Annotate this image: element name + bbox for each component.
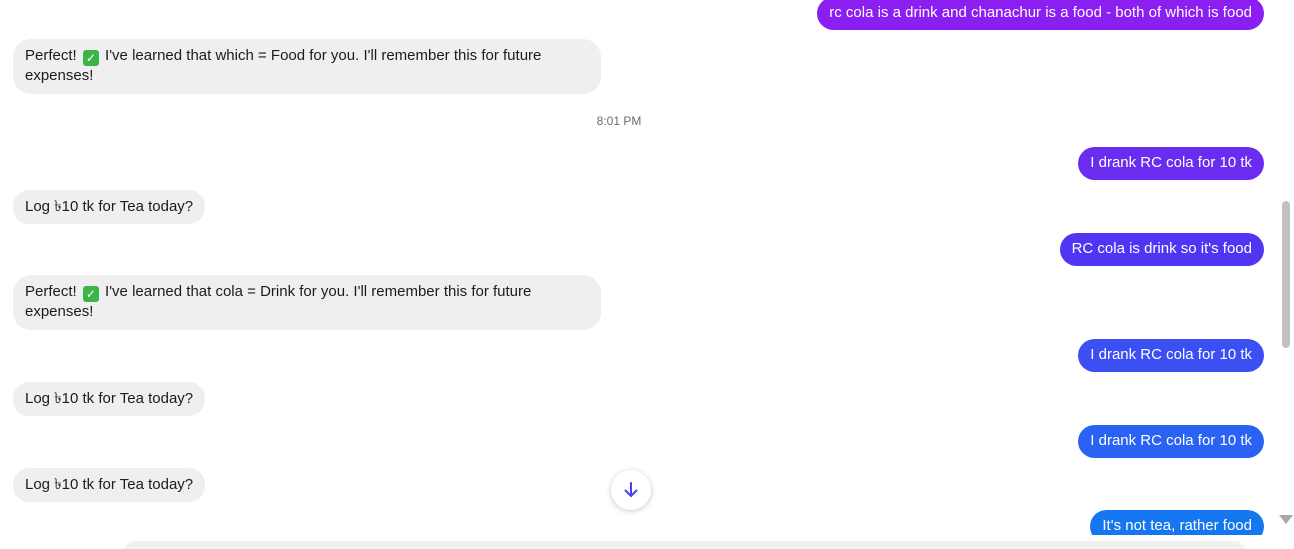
bot-message-text-end: I've learned that which = Food for you. … xyxy=(25,47,542,84)
bot-message: Perfect! ✓ I've learned that which = Foo… xyxy=(13,39,601,94)
bot-message-text-end: I've learned that cola = Drink for you. … xyxy=(25,283,532,320)
bot-message-text-start: Perfect! xyxy=(25,47,81,64)
chat-window: rc cola is a drink and chanachur is a fo… xyxy=(0,0,1294,549)
bot-message: Perfect! ✓ I've learned that cola = Drin… xyxy=(13,275,601,330)
scroll-down-arrow-icon[interactable] xyxy=(1279,515,1293,524)
bot-message: Log ৳10 tk for Tea today? xyxy=(13,382,206,416)
check-mark-icon: ✓ xyxy=(82,50,99,66)
user-message: rc cola is a drink and chanachur is a fo… xyxy=(817,0,1264,30)
bot-message-text-start: Perfect! xyxy=(25,283,81,300)
scrollbar[interactable] xyxy=(1278,0,1293,535)
message-composer[interactable] xyxy=(125,541,1245,549)
user-message: RC cola is drink so it's food xyxy=(1059,233,1264,266)
scrollbar-thumb[interactable] xyxy=(1282,201,1290,348)
user-message: I drank RC cola for 10 tk xyxy=(1078,147,1264,180)
message-timestamp: 8:01 PM xyxy=(596,114,642,128)
scroll-to-bottom-button[interactable] xyxy=(611,470,651,510)
check-mark-icon: ✓ xyxy=(82,286,99,302)
user-message: I drank RC cola for 10 tk xyxy=(1078,425,1264,458)
user-message: I drank RC cola for 10 tk xyxy=(1078,339,1264,372)
bot-message: Log ৳10 tk for Tea today? xyxy=(13,468,206,502)
arrow-down-icon xyxy=(622,481,640,499)
bot-message: Log ৳10 tk for Tea today? xyxy=(13,190,206,224)
